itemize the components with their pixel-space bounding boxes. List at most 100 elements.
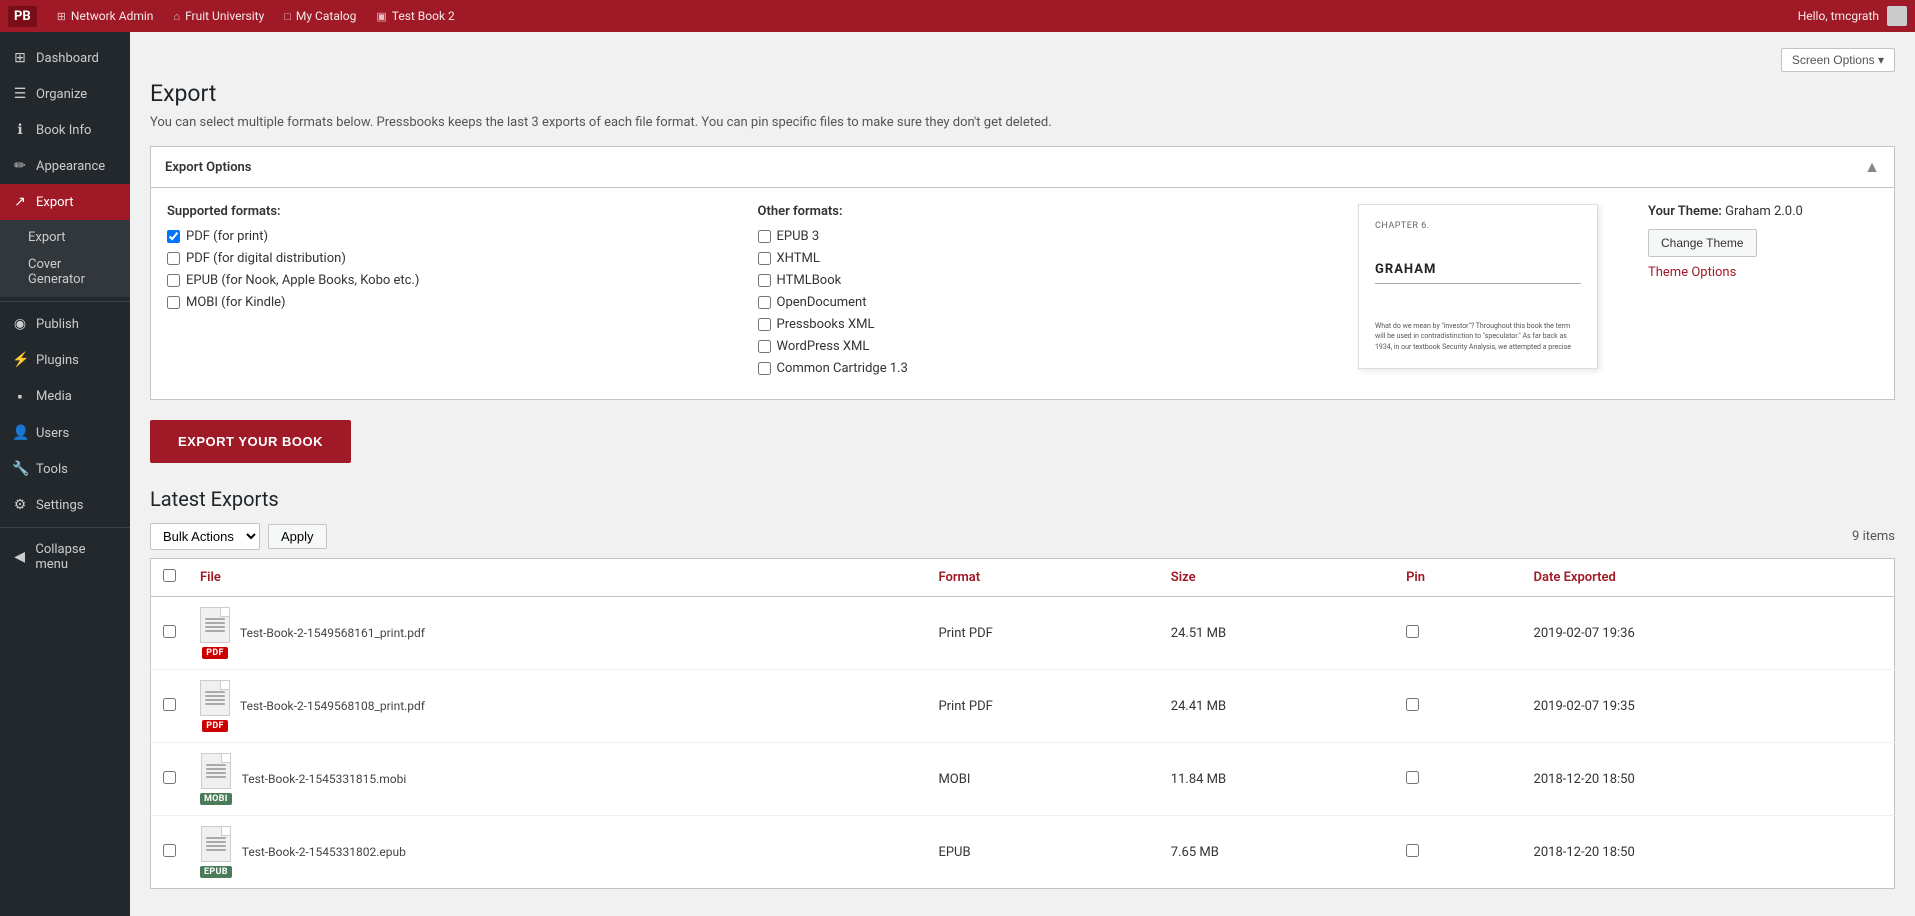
export-options-header-label: Export Options <box>165 160 252 175</box>
export-options-box: Export Options ▲ Supported formats: PDF … <box>150 146 1895 400</box>
wordpress-xml-label[interactable]: WordPress XML <box>777 339 870 354</box>
file-cell: MOBI Test-Book-2-1545331815.mobi <box>200 753 914 805</box>
file-line <box>205 699 225 701</box>
topbar-test-book-2[interactable]: ▣ Test Book 2 <box>368 5 462 27</box>
format-badge: PDF <box>202 720 228 732</box>
file-icon <box>200 607 230 643</box>
pdf-digital-label[interactable]: PDF (for digital distribution) <box>186 251 346 266</box>
wordpress-xml-checkbox[interactable] <box>758 340 771 353</box>
topbar-my-catalog[interactable]: □ My Catalog <box>276 5 364 27</box>
row-date: 2019-02-07 19:35 <box>1522 670 1895 743</box>
pdf-print-label[interactable]: PDF (for print) <box>186 229 268 244</box>
opendocument-label[interactable]: OpenDocument <box>777 295 867 310</box>
sidebar-item-organize[interactable]: ☰ Organize <box>0 76 130 112</box>
htmlbook-checkbox[interactable] <box>758 274 771 287</box>
row-checkbox[interactable] <box>163 698 176 711</box>
xhtml-checkbox[interactable] <box>758 252 771 265</box>
screen-options-bar: Screen Options ▾ <box>150 48 1895 72</box>
sidebar-item-dashboard-label: Dashboard <box>36 51 99 66</box>
file-name[interactable]: Test-Book-2-1549568108_print.pdf <box>240 699 425 713</box>
row-pin-cell <box>1394 597 1521 670</box>
sidebar-item-plugins[interactable]: ⚡ Plugins <box>0 342 130 378</box>
row-checkbox-cell <box>151 816 189 889</box>
sidebar-item-appearance[interactable]: ✏ Appearance <box>0 148 130 184</box>
topbar-my-catalog-label: My Catalog <box>296 9 356 23</box>
select-all-checkbox[interactable] <box>163 569 176 582</box>
pin-checkbox[interactable] <box>1406 625 1419 638</box>
xhtml-label[interactable]: XHTML <box>777 251 820 266</box>
pdf-digital-checkbox[interactable] <box>167 252 180 265</box>
collapse-options-icon[interactable]: ▲ <box>1864 157 1880 177</box>
sidebar-item-media-label: Media <box>36 389 72 404</box>
pin-checkbox[interactable] <box>1406 698 1419 711</box>
row-size: 11.84 MB <box>1159 743 1394 816</box>
row-checkbox[interactable] <box>163 771 176 784</box>
dashboard-icon: ⊞ <box>12 50 28 66</box>
sidebar-submenu-cover-generator[interactable]: Cover Generator <box>0 251 130 293</box>
sidebar-item-dashboard[interactable]: ⊞ Dashboard <box>0 40 130 76</box>
epub-nook-label[interactable]: EPUB (for Nook, Apple Books, Kobo etc.) <box>186 273 419 288</box>
epub3-checkbox[interactable] <box>758 230 771 243</box>
pin-checkbox[interactable] <box>1406 771 1419 784</box>
col-format: Format <box>926 559 1158 597</box>
theme-info-col: Your Theme: Graham 2.0.0 Change Theme Th… <box>1628 204 1878 383</box>
latest-exports-title: Latest Exports <box>150 487 1895 511</box>
common-cartridge-label[interactable]: Common Cartridge 1.3 <box>777 361 908 376</box>
format-item-pressbooks-xml: Pressbooks XML <box>758 317 1329 332</box>
table-row: PDF Test-Book-2-1549568161_print.pdf Pri… <box>151 597 1895 670</box>
sidebar-item-book-info[interactable]: ℹ Book Info <box>0 112 130 148</box>
export-book-button[interactable]: EXPORT YOUR BOOK <box>150 420 351 463</box>
format-item-pdf-digital: PDF (for digital distribution) <box>167 251 738 266</box>
sidebar-item-publish-label: Publish <box>36 317 79 332</box>
pressbooks-xml-checkbox[interactable] <box>758 318 771 331</box>
row-format: Print PDF <box>926 670 1158 743</box>
sidebar-submenu-export[interactable]: Export <box>0 224 130 251</box>
sidebar-item-media[interactable]: ▪ Media <box>0 378 130 415</box>
items-count: 9 items <box>1852 529 1895 544</box>
export-options-header: Export Options ▲ <box>151 147 1894 188</box>
sidebar-item-export[interactable]: ↗ Export <box>0 184 130 220</box>
epub-nook-checkbox[interactable] <box>167 274 180 287</box>
mobi-kindle-label[interactable]: MOBI (for Kindle) <box>186 295 286 310</box>
row-checkbox[interactable] <box>163 625 176 638</box>
row-checkbox[interactable] <box>163 844 176 857</box>
theme-options-link[interactable]: Theme Options <box>1648 265 1736 280</box>
sidebar-item-organize-label: Organize <box>36 87 87 102</box>
other-formats-col: Other formats: EPUB 3 XHTML HTMLBook <box>758 204 1329 383</box>
change-theme-button[interactable]: Change Theme <box>1648 229 1757 257</box>
sidebar-item-tools[interactable]: 🔧 Tools <box>0 451 130 487</box>
screen-options-button[interactable]: Screen Options ▾ <box>1781 48 1895 72</box>
topbar-fruit-university[interactable]: ⌂ Fruit University <box>165 5 272 27</box>
theme-label-text: Your Theme: <box>1648 204 1722 219</box>
format-badge: EPUB <box>200 866 232 878</box>
format-badge: PDF <box>202 647 228 659</box>
row-date: 2019-02-07 19:36 <box>1522 597 1895 670</box>
row-file-cell: PDF Test-Book-2-1549568108_print.pdf <box>188 670 926 743</box>
book-preview-text: What do we mean by "investor"? Throughou… <box>1375 321 1581 353</box>
file-icon <box>200 680 230 716</box>
pin-checkbox[interactable] <box>1406 844 1419 857</box>
sidebar-item-publish[interactable]: ◉ Publish <box>0 306 130 342</box>
sidebar-item-settings[interactable]: ⚙ Settings <box>0 487 130 523</box>
pressbooks-xml-label[interactable]: Pressbooks XML <box>777 317 875 332</box>
bulk-actions-select[interactable]: Bulk Actions <box>150 523 260 550</box>
htmlbook-label[interactable]: HTMLBook <box>777 273 842 288</box>
file-name[interactable]: Test-Book-2-1545331802.epub <box>242 845 406 859</box>
pdf-print-checkbox[interactable] <box>167 230 180 243</box>
epub3-label[interactable]: EPUB 3 <box>777 229 820 244</box>
apply-button[interactable]: Apply <box>268 524 327 549</box>
file-name[interactable]: Test-Book-2-1545331815.mobi <box>242 772 407 786</box>
topbar-network-admin[interactable]: ⊞ Network Admin <box>49 5 162 27</box>
appearance-icon: ✏ <box>12 158 28 174</box>
sidebar-submenu: Export Cover Generator <box>0 220 130 297</box>
mobi-kindle-checkbox[interactable] <box>167 296 180 309</box>
row-date: 2018-12-20 18:50 <box>1522 743 1895 816</box>
format-badge: MOBI <box>200 793 232 805</box>
exports-table-body: PDF Test-Book-2-1549568161_print.pdf Pri… <box>151 597 1895 889</box>
pb-logo[interactable]: PB <box>8 6 37 27</box>
common-cartridge-checkbox[interactable] <box>758 362 771 375</box>
sidebar-item-users[interactable]: 👤 Users <box>0 415 130 451</box>
opendocument-checkbox[interactable] <box>758 296 771 309</box>
sidebar-item-collapse[interactable]: ◀ Collapse menu <box>0 532 130 582</box>
file-name[interactable]: Test-Book-2-1549568161_print.pdf <box>240 626 425 640</box>
